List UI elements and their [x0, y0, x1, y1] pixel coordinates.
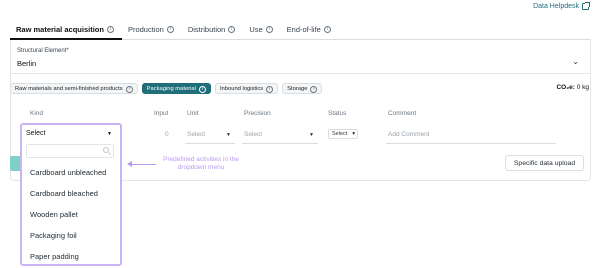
dropdown-options: Cardboard unbleached Cardboard bleached …: [26, 162, 116, 267]
structural-element-label: Structural Element*: [17, 48, 69, 54]
comment-underline: [386, 143, 556, 144]
caret-down-icon: ▼: [226, 131, 231, 138]
helpdesk-label: Data Helpdesk: [533, 3, 579, 10]
data-helpdesk-link[interactable]: Data Helpdesk: [533, 2, 590, 10]
precision-select[interactable]: Select ▼: [244, 131, 314, 138]
caret-down-icon: ▼: [351, 131, 357, 137]
chip-label: Inbound logistics: [219, 85, 264, 92]
info-icon[interactable]: i: [106, 26, 114, 33]
list-item[interactable]: Cardboard bleached: [26, 183, 116, 204]
chip-label: Raw materials and semi-finished products: [15, 85, 123, 92]
info-icon[interactable]: i: [228, 26, 236, 33]
co2-label: CO₂e:: [556, 84, 575, 91]
chip-raw-materials[interactable]: Raw materials and semi-finished products…: [10, 83, 138, 94]
list-item[interactable]: Paper padding: [26, 246, 116, 267]
chip-label: Packaging material: [146, 85, 196, 92]
co2-value: 0 kg: [576, 84, 589, 91]
column-unit: Unit: [187, 110, 199, 117]
kind-select[interactable]: Select ▼: [26, 130, 114, 142]
tab-production[interactable]: Production i: [122, 22, 182, 40]
divider: [10, 73, 591, 74]
comment-field[interactable]: Add Comment: [388, 131, 430, 138]
external-link-icon: [582, 2, 590, 10]
co2-total: CO₂e: 0 kg: [556, 84, 589, 91]
tab-end-of-life[interactable]: End-of-life i: [281, 22, 339, 40]
caret-down-icon: ▼: [107, 131, 112, 137]
category-chips: Raw materials and semi-finished products…: [10, 83, 323, 94]
unit-underline: [185, 143, 235, 144]
status-select-value: Select: [332, 131, 348, 137]
table-header: Kind Input Unit Precision Status Comment: [10, 110, 591, 120]
input-field[interactable]: 0: [165, 131, 169, 138]
tab-use[interactable]: Use i: [243, 22, 280, 40]
search-icon: [103, 147, 109, 153]
tab-label: Use: [249, 25, 263, 34]
unit-select-value: Select: [187, 131, 206, 138]
unit-select[interactable]: Select ▼: [187, 131, 231, 138]
caret-down-icon: ▼: [309, 131, 314, 138]
tab-label: Raw material acquisition: [16, 25, 104, 34]
column-status: Status: [328, 110, 347, 117]
structural-element-select[interactable]: Berlin: [17, 59, 36, 68]
info-icon[interactable]: i: [266, 85, 274, 93]
kind-select-value: Select: [26, 130, 46, 137]
chevron-down-icon[interactable]: ⌄: [572, 57, 579, 66]
chip-storage[interactable]: Storage i: [282, 83, 323, 94]
chip-packaging-material[interactable]: Packaging material i: [141, 83, 211, 94]
phase-tabs: Raw material acquisition i Production i …: [10, 22, 591, 40]
list-item[interactable]: Cardboard unbleached: [26, 162, 116, 183]
info-icon[interactable]: i: [166, 26, 174, 33]
chip-inbound-logistics[interactable]: Inbound logistics i: [214, 83, 279, 94]
column-precision: Precision: [244, 110, 271, 117]
status-select[interactable]: Select ▼: [328, 129, 358, 139]
info-icon[interactable]: i: [310, 85, 318, 93]
dropdown-search-input[interactable]: [26, 144, 114, 158]
tab-label: Production: [127, 25, 164, 34]
info-icon[interactable]: i: [265, 26, 273, 33]
annotation-text: Predefined activities in the dropdown me…: [163, 156, 239, 171]
list-item[interactable]: Wooden pallet: [26, 204, 116, 225]
tab-distribution[interactable]: Distribution i: [182, 22, 244, 40]
column-kind: Kind: [30, 110, 44, 117]
info-icon[interactable]: i: [198, 85, 206, 93]
column-comment: Comment: [388, 110, 417, 117]
tab-label: End-of-life: [286, 25, 321, 34]
precision-underline: [242, 143, 318, 144]
list-item[interactable]: Packaging foil: [26, 225, 116, 246]
info-icon[interactable]: i: [323, 26, 331, 33]
info-icon[interactable]: i: [125, 85, 133, 93]
tab-label: Distribution: [187, 25, 226, 34]
chip-label: Storage: [287, 85, 308, 92]
arrow-left-icon: [127, 161, 156, 167]
column-input: Input: [154, 110, 169, 117]
precision-select-value: Select: [244, 131, 263, 138]
tab-raw-material-acquisition[interactable]: Raw material acquisition i: [10, 22, 122, 40]
specific-data-upload-button[interactable]: Specific data upload: [505, 155, 584, 171]
